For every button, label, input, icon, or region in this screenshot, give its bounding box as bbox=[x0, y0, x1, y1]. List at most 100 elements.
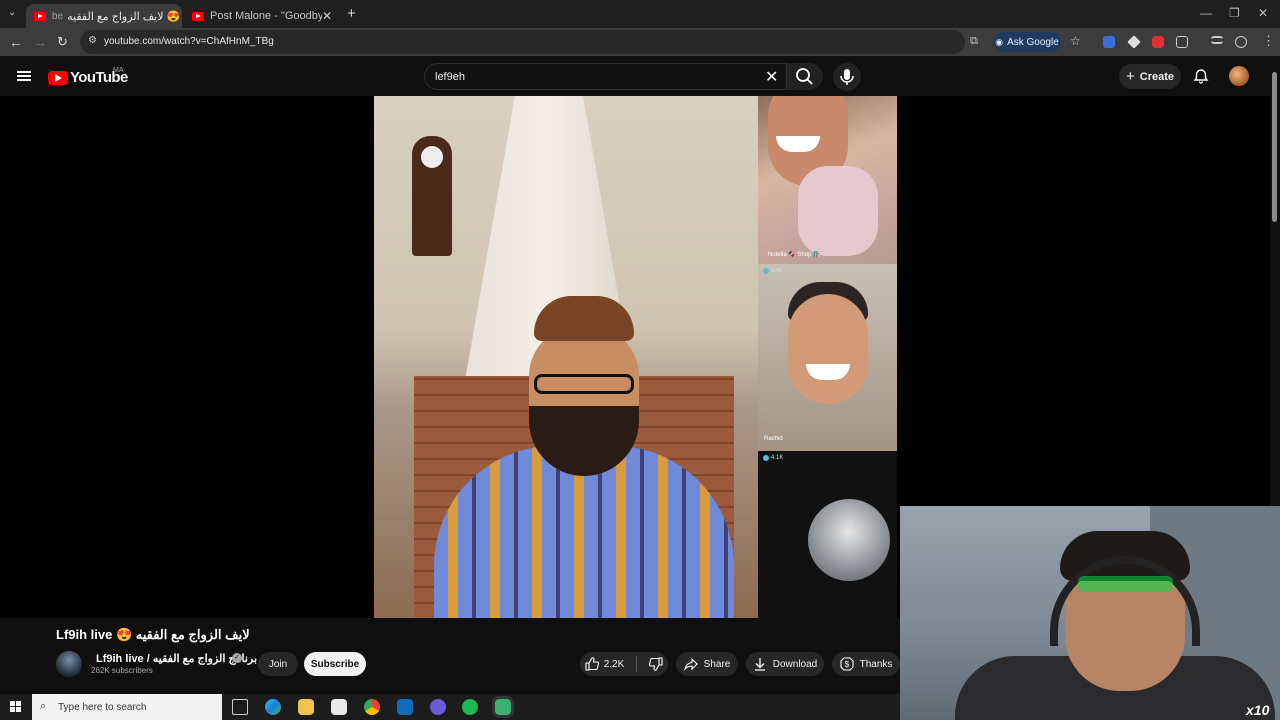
scrollbar-thumb[interactable] bbox=[1272, 72, 1277, 222]
host-video-frame bbox=[374, 96, 758, 618]
verified-check-icon: ✓ bbox=[232, 653, 242, 663]
browser-tab-bar: ⌄ be لايف الزواج مع الفقيه 😍 🔊 ✕ Post Ma… bbox=[0, 0, 1280, 28]
tab-label: Post Malone - "Goodbyes" ft. Y bbox=[210, 10, 322, 22]
country-code: MA bbox=[113, 67, 124, 74]
voice-search-button[interactable] bbox=[833, 63, 861, 91]
search-input[interactable]: lef9eh ✕ bbox=[424, 63, 787, 90]
spotify-icon[interactable] bbox=[462, 699, 478, 715]
subscribe-button[interactable]: Subscribe bbox=[304, 652, 366, 676]
reload-icon[interactable]: ↻ bbox=[57, 34, 68, 50]
minimize-icon[interactable]: — bbox=[1200, 6, 1212, 20]
guest-face bbox=[788, 294, 868, 404]
lens-icon: ◉ bbox=[995, 36, 1004, 47]
taskbar-search-input[interactable]: ⌕ Type here to search bbox=[32, 694, 222, 720]
search-button[interactable] bbox=[787, 63, 823, 90]
create-button[interactable]: + Create bbox=[1119, 64, 1181, 89]
guest-profile-picture bbox=[808, 499, 890, 581]
share-arrow-icon bbox=[683, 657, 698, 671]
thanks-label: Thanks bbox=[859, 658, 893, 670]
subscriber-count: 262K subscribers bbox=[91, 666, 153, 675]
youtube-header: YouTube MA lef9eh ✕ + Create bbox=[0, 56, 1280, 96]
windows-taskbar: ⌕ Type here to search bbox=[0, 694, 900, 720]
streamer-green-glasses bbox=[1078, 576, 1173, 592]
join-label: Join bbox=[268, 658, 288, 670]
windows-start-icon[interactable] bbox=[10, 701, 22, 713]
host-cap bbox=[534, 296, 634, 341]
share-label: Share bbox=[703, 658, 731, 670]
youtube-play-icon bbox=[48, 70, 68, 85]
tab-search-chevron-icon[interactable]: ⌄ bbox=[8, 7, 16, 18]
viewer-count: 4.1K bbox=[771, 455, 784, 461]
search-icon bbox=[796, 68, 813, 85]
search-query: lef9eh bbox=[435, 71, 465, 83]
download-icon bbox=[754, 658, 765, 671]
task-view-icon[interactable] bbox=[232, 699, 248, 715]
viewer-count-badge: 3.4K bbox=[763, 268, 783, 274]
back-icon[interactable]: ← bbox=[9, 34, 23, 50]
guest-tile-caption: Nutella 🍫 Shop 🛍️ bbox=[768, 252, 821, 258]
like-dislike-group: 2.2K bbox=[580, 652, 668, 676]
page-scrollbar[interactable] bbox=[1270, 56, 1280, 506]
channel-avatar[interactable] bbox=[56, 651, 82, 677]
notifications-bell-icon[interactable] bbox=[1193, 68, 1209, 84]
hamburger-menu-icon[interactable] bbox=[17, 71, 31, 81]
close-window-icon[interactable]: ✕ bbox=[1258, 6, 1268, 20]
browser-toolbar: ← → ↻ ⚙ youtube.com/watch?v=ChAfHnM_TBg … bbox=[0, 28, 1280, 56]
edge-browser-icon[interactable] bbox=[265, 699, 281, 715]
bookmark-star-icon[interactable]: ☆ bbox=[1070, 34, 1081, 48]
store-icon[interactable] bbox=[331, 699, 347, 715]
address-bar[interactable]: ⚙ youtube.com/watch?v=ChAfHnM_TBg bbox=[80, 30, 965, 54]
active-app-icon[interactable] bbox=[492, 696, 514, 718]
tab-label: لايف الزواج مع الفقيه 😍 bbox=[67, 10, 181, 23]
extension-diamond-icon[interactable] bbox=[1127, 35, 1141, 49]
file-explorer-icon[interactable] bbox=[298, 699, 314, 715]
media-control-icon[interactable] bbox=[1211, 36, 1223, 44]
thumbs-down-icon[interactable] bbox=[649, 657, 663, 671]
close-tab-icon[interactable]: ✕ bbox=[322, 9, 332, 23]
host-glasses bbox=[534, 374, 634, 394]
restore-icon[interactable]: ❐ bbox=[1229, 6, 1240, 20]
viewer-count-badge: 4.1K bbox=[763, 455, 783, 461]
share-button[interactable]: Share bbox=[676, 652, 738, 676]
guest-name-label: Rachid bbox=[764, 436, 783, 442]
tab-post-malone[interactable]: Post Malone - "Goodbyes" ft. Y ✕ bbox=[184, 4, 340, 28]
new-tab-button[interactable]: + bbox=[347, 5, 356, 22]
tab-youtube-live[interactable]: be لايف الزواج مع الفقيه 😍 🔊 ✕ bbox=[26, 4, 182, 28]
magnifier-icon: ⌕ bbox=[40, 700, 47, 712]
plus-icon: + bbox=[1125, 68, 1135, 85]
profile-icon[interactable] bbox=[1235, 36, 1247, 48]
extension-red-icon[interactable] bbox=[1152, 36, 1164, 48]
create-label: Create bbox=[1139, 70, 1174, 83]
guest-shirt bbox=[798, 166, 878, 256]
host-person bbox=[434, 296, 734, 618]
super-thanks-icon: $ bbox=[840, 657, 854, 671]
tab-label-prefix: be bbox=[52, 10, 64, 22]
forward-icon[interactable]: → bbox=[33, 34, 47, 50]
like-divider bbox=[636, 656, 638, 672]
clock-face bbox=[421, 146, 443, 168]
youtube-favicon-icon bbox=[192, 11, 204, 21]
subscribe-label: Subscribe bbox=[310, 658, 360, 670]
extensions-puzzle-icon[interactable] bbox=[1176, 36, 1188, 48]
thanks-button[interactable]: $ Thanks bbox=[832, 652, 900, 676]
clear-search-icon[interactable]: ✕ bbox=[765, 67, 778, 87]
translate-extension-icon[interactable] bbox=[1103, 36, 1115, 48]
guest-tile-1: Nutella 🍫 Shop 🛍️ bbox=[758, 96, 897, 264]
viewer-count: 3.4K bbox=[771, 268, 784, 274]
streamer-webcam-overlay: x10 bbox=[900, 506, 1280, 720]
site-info-icon[interactable]: ⚙ bbox=[88, 35, 97, 46]
outlook-icon[interactable] bbox=[397, 699, 413, 715]
ask-google-label: Ask Google bbox=[1007, 36, 1059, 48]
like-button[interactable]: 2.2K bbox=[585, 657, 624, 671]
account-avatar[interactable] bbox=[1229, 66, 1249, 86]
download-button[interactable]: Download bbox=[746, 652, 824, 676]
taskbar-search-placeholder: Type here to search bbox=[58, 701, 147, 713]
messenger-icon[interactable] bbox=[430, 699, 446, 715]
download-label: Download bbox=[772, 658, 818, 670]
browser-menu-icon[interactable]: ⋮ bbox=[1262, 33, 1275, 49]
join-button[interactable]: Join bbox=[258, 652, 298, 676]
ask-google-button[interactable]: ◉ Ask Google bbox=[993, 32, 1061, 52]
install-app-icon[interactable]: ⧉ bbox=[970, 35, 978, 48]
url-text: youtube.com/watch?v=ChAfHnM_TBg bbox=[104, 36, 274, 47]
chrome-icon[interactable] bbox=[364, 699, 380, 715]
